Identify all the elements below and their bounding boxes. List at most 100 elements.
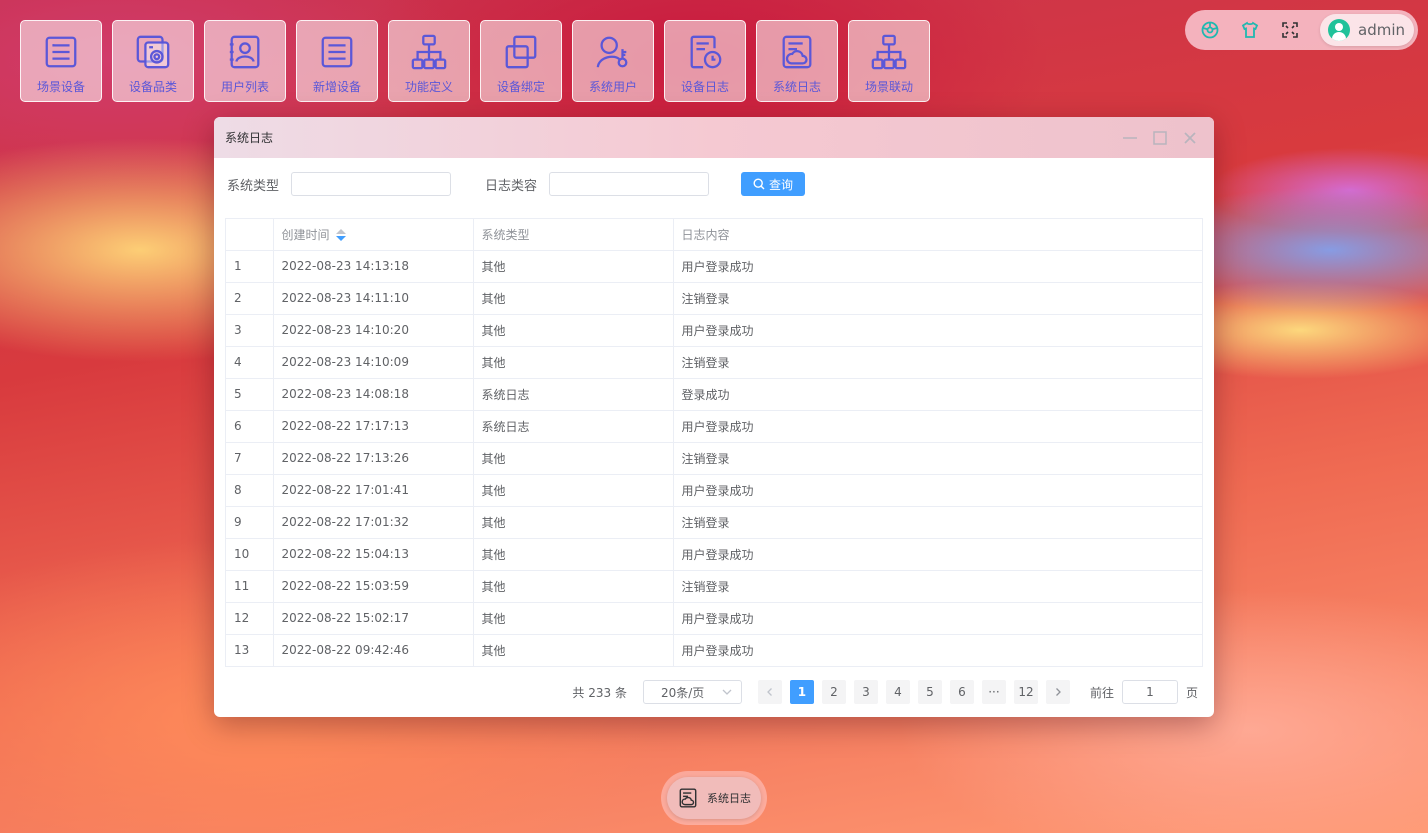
doc-clock-icon <box>690 35 722 69</box>
desktop-icon-label: 场景设备 <box>36 80 85 94</box>
table-header-row: 创建时间 系统类型 日志内容 <box>226 219 1202 251</box>
cell-system-type: 其他 <box>473 474 674 507</box>
cell-index: 7 <box>226 442 274 475</box>
cell-index: 12 <box>226 602 274 635</box>
cell-created-time: 2022-08-22 17:13:26 <box>273 442 474 475</box>
cell-log-content: 登录成功 <box>673 378 1202 411</box>
doc-cloud-icon <box>679 788 697 808</box>
page-button[interactable]: 4 <box>885 680 910 704</box>
cell-system-type: 其他 <box>473 250 674 283</box>
fullscreen-icon[interactable] <box>1279 19 1301 41</box>
cell-index: 10 <box>226 538 274 571</box>
page-button[interactable]: 3 <box>853 680 878 704</box>
table-row[interactable]: 5 2022-08-23 14:08:18 系统日志 登录成功 <box>226 378 1202 411</box>
desktop-icon-device-binding[interactable]: 设备绑定 <box>480 20 562 102</box>
prev-page-button[interactable] <box>757 680 782 704</box>
table-row[interactable]: 12 2022-08-22 15:02:17 其他 用户登录成功 <box>226 602 1202 635</box>
page-size-select[interactable]: 20条/页 <box>642 680 742 704</box>
page-button[interactable]: 6 <box>949 680 974 704</box>
cell-created-time: 2022-08-22 09:42:46 <box>273 634 474 666</box>
desktop-icon-scene-devices[interactable]: 场景设备 <box>20 20 102 102</box>
cell-index: 3 <box>226 314 274 347</box>
filter-bar: 系统类型 日志类容 查询 <box>214 158 1214 210</box>
cell-index: 9 <box>226 506 274 539</box>
dock-item-system-log[interactable]: 系统日志 <box>667 777 761 819</box>
table-row[interactable]: 1 2022-08-23 14:13:18 其他 用户登录成功 <box>226 250 1202 283</box>
table-row[interactable]: 13 2022-08-22 09:42:46 其他 用户登录成功 <box>226 634 1202 666</box>
system-type-input[interactable] <box>291 172 452 196</box>
sort-caret-icon[interactable] <box>335 228 346 242</box>
desktop-icon-system-log[interactable]: 系统日志 <box>756 20 838 102</box>
cell-created-time: 2022-08-22 15:03:59 <box>273 570 474 603</box>
page-suffix: 页 <box>1185 685 1198 700</box>
table-row[interactable]: 6 2022-08-22 17:17:13 系统日志 用户登录成功 <box>226 410 1202 443</box>
column-header-index <box>226 219 274 251</box>
desktop-icon-scene-linkage[interactable]: 场景联动 <box>848 20 930 102</box>
minimize-icon[interactable] <box>1122 130 1138 146</box>
table-row[interactable]: 9 2022-08-22 17:01:32 其他 注销登录 <box>226 506 1202 539</box>
page-button[interactable]: 2 <box>821 680 846 704</box>
next-page-button[interactable] <box>1045 680 1070 704</box>
maximize-icon[interactable] <box>1152 130 1168 146</box>
total-count: 共 233 条 <box>572 685 627 700</box>
desktop-icon-function-def[interactable]: 功能定义 <box>388 20 470 102</box>
log-type-label: 日志类容 <box>485 178 538 194</box>
page-button[interactable]: 1 <box>789 680 814 704</box>
log-type-input[interactable] <box>549 172 710 196</box>
shirt-icon[interactable] <box>1239 19 1261 41</box>
column-header-created-time[interactable]: 创建时间 <box>273 219 474 251</box>
page-button[interactable]: 5 <box>917 680 942 704</box>
window-titlebar[interactable]: 系统日志 <box>214 117 1214 158</box>
cell-system-type: 其他 <box>473 314 674 347</box>
table-row[interactable]: 11 2022-08-22 15:03:59 其他 注销登录 <box>226 570 1202 603</box>
column-header-log-content: 日志内容 <box>673 219 1202 251</box>
cell-created-time: 2022-08-23 14:08:18 <box>273 378 474 411</box>
copy-icon <box>505 35 537 69</box>
desktop-icon-label: 设备绑定 <box>496 80 545 94</box>
cell-system-type: 其他 <box>473 570 674 603</box>
table-row[interactable]: 3 2022-08-23 14:10:20 其他 用户登录成功 <box>226 314 1202 347</box>
desktop-icon-add-device[interactable]: 新增设备 <box>296 20 378 102</box>
cell-system-type: 其他 <box>473 634 674 666</box>
window-title: 系统日志 <box>225 131 274 145</box>
contact-book-icon <box>229 35 260 69</box>
table-row[interactable]: 142022-08-22 09:40:12其他注销登录 <box>226 666 1202 667</box>
cell-log-content: 用户登录成功 <box>673 474 1202 507</box>
user-key-icon <box>596 36 628 68</box>
desktop-icon-user-list[interactable]: 用户列表 <box>204 20 286 102</box>
table-row[interactable]: 8 2022-08-22 17:01:41 其他 用户登录成功 <box>226 474 1202 507</box>
taskbar-dock: 系统日志 <box>661 771 767 825</box>
page-size-value: 20条/页 <box>660 685 705 700</box>
table-row[interactable]: 10 2022-08-22 15:04:13 其他 用户登录成功 <box>226 538 1202 571</box>
cell-log-content: 注销登录 <box>673 570 1202 603</box>
user-menu[interactable]: admin <box>1320 14 1414 46</box>
cell-system-type: 系统日志 <box>473 410 674 443</box>
cell-system-type: 其他 <box>473 602 674 635</box>
palette-icon[interactable] <box>1199 19 1221 41</box>
doc-cloud-icon <box>782 35 812 69</box>
more-pages-button[interactable]: ··· <box>981 680 1006 704</box>
table-row[interactable]: 7 2022-08-22 17:13:26 其他 注销登录 <box>226 442 1202 475</box>
desktop-icon-system-users[interactable]: 系统用户 <box>572 20 654 102</box>
query-button[interactable]: 查询 <box>741 172 806 196</box>
desktop-icon-device-category[interactable]: 设备品类 <box>112 20 194 102</box>
org-tree-icon <box>411 34 447 70</box>
pagination: 共 233 条 20条/页 1 2 3 4 5 6 ··· 12 前往 页 <box>214 679 1214 705</box>
column-header-system-type: 系统类型 <box>473 219 674 251</box>
chevron-down-icon <box>722 689 732 695</box>
close-icon[interactable] <box>1182 130 1198 146</box>
list-icon <box>321 36 353 68</box>
cell-index: 8 <box>226 474 274 507</box>
table-row[interactable]: 4 2022-08-23 14:10:09 其他 注销登录 <box>226 346 1202 379</box>
cell-system-type: 系统日志 <box>473 378 674 411</box>
table-row[interactable]: 2 2022-08-23 14:11:10 其他 注销登录 <box>226 282 1202 315</box>
goto-page-input[interactable] <box>1121 680 1178 704</box>
cell-log-content: 注销登录 <box>673 506 1202 539</box>
cell-created-time: 2022-08-22 17:01:41 <box>273 474 474 507</box>
cell-system-type: 其他 <box>473 506 674 539</box>
desktop-icon-label: 功能定义 <box>404 80 453 94</box>
page-button[interactable]: 12 <box>1013 680 1038 704</box>
cell-created-time: 2022-08-23 14:10:09 <box>273 346 474 379</box>
desktop-icon-device-log[interactable]: 设备日志 <box>664 20 746 102</box>
top-toolbar: admin <box>1185 10 1418 50</box>
